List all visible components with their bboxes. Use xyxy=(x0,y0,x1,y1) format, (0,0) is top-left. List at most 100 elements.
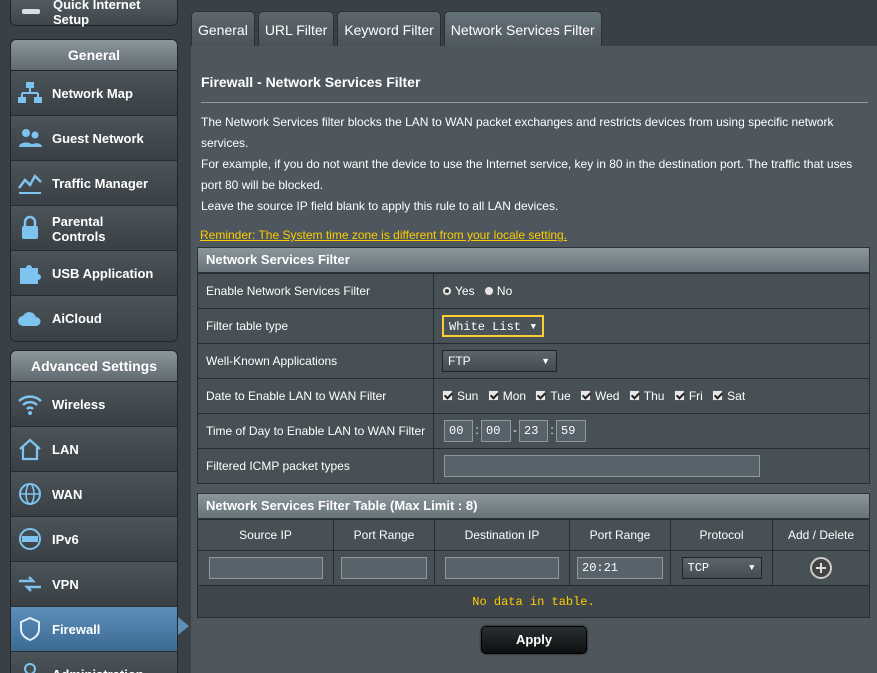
checkbox-icon xyxy=(579,390,591,401)
shield-icon xyxy=(20,616,40,642)
start-hour-input[interactable]: 00 xyxy=(444,420,473,442)
rule-table-header: Network Services Filter Table (Max Limit… xyxy=(197,493,870,519)
description: The Network Services filter blocks the L… xyxy=(201,112,865,217)
icmp-label: Filtered ICMP packet types xyxy=(197,448,434,484)
sidebar-item-vpn[interactable]: VPN xyxy=(11,562,177,607)
filter-section-header: Network Services Filter xyxy=(197,247,870,273)
rule-table: Source IP Port Range Destination IP Port… xyxy=(197,519,870,618)
sidebar-item-administration[interactable]: Administration xyxy=(11,652,177,673)
end-minute-input[interactable]: 59 xyxy=(556,420,586,442)
page-title: Firewall - Network Services Filter xyxy=(201,74,421,90)
general-header: General xyxy=(11,40,177,71)
icmp-types-input[interactable] xyxy=(444,455,760,477)
sidebar-item-label: WAN xyxy=(52,487,83,502)
sidebar-item-label: Network Map xyxy=(52,86,133,101)
day-wed-checkbox[interactable]: Wed xyxy=(579,389,620,403)
sidebar-item-usb-application[interactable]: USB Application xyxy=(11,251,177,296)
day-label: Mon xyxy=(502,389,527,403)
table-header-row: Source IP Port Range Destination IP Port… xyxy=(197,519,870,551)
day-mon-checkbox[interactable]: Mon xyxy=(487,389,527,403)
destination-port-input[interactable]: 20:21 xyxy=(577,557,663,579)
well-known-apps-select[interactable]: FTP ▼ xyxy=(442,350,557,372)
sidebar-item-firewall[interactable]: Firewall xyxy=(11,607,177,652)
caret-down-icon: ▼ xyxy=(749,563,755,573)
sidebar-item-label: USB Application xyxy=(52,266,154,281)
lock-icon xyxy=(22,215,38,239)
dest-ip-cell xyxy=(434,550,570,586)
cloud-icon xyxy=(18,312,41,326)
person-icon xyxy=(24,663,36,673)
column-header: Add / Delete xyxy=(772,519,870,551)
day-thu-checkbox[interactable]: Thu xyxy=(628,389,665,403)
home-icon xyxy=(19,438,41,461)
description-line: The Network Services filter blocks the L… xyxy=(201,115,834,150)
sidebar-item-traffic-manager[interactable]: Traffic Manager xyxy=(11,161,177,206)
add-rule-button[interactable] xyxy=(810,557,832,579)
day-label: Tue xyxy=(550,389,571,403)
advanced-header: Advanced Settings xyxy=(11,351,177,382)
checkbox-icon xyxy=(487,390,499,401)
apply-button[interactable]: Apply xyxy=(481,626,587,654)
sidebar-item-guest-network[interactable]: Guest Network xyxy=(11,116,177,161)
column-header: Port Range xyxy=(333,519,435,551)
day-fri-checkbox[interactable]: Fri xyxy=(673,389,703,403)
filter-table-type-select[interactable]: White List ▼ xyxy=(442,315,544,337)
sidebar-item-lan[interactable]: LAN xyxy=(11,427,177,472)
caret-down-icon: ▼ xyxy=(541,356,550,366)
day-sat-checkbox[interactable]: Sat xyxy=(712,389,745,403)
select-value: FTP xyxy=(448,354,471,368)
checkbox-icon xyxy=(535,390,547,401)
time-row: Time of Day to Enable LAN to WAN Filter … xyxy=(197,413,870,449)
sidebar-item-label: VPN xyxy=(52,577,79,592)
checkbox-icon xyxy=(442,390,453,401)
quick-internet-setup-button[interactable]: Quick Internet Setup xyxy=(10,0,178,27)
select-value: White List xyxy=(449,320,522,334)
puzzle-icon xyxy=(20,265,41,284)
column-header: Protocol xyxy=(670,519,773,551)
src-port-cell xyxy=(333,550,435,586)
source-port-input[interactable] xyxy=(341,557,427,579)
day-sun-checkbox[interactable]: Sun xyxy=(442,389,478,403)
tab-general[interactable]: General xyxy=(191,11,255,47)
protocol-select[interactable]: TCP ▼ xyxy=(681,557,762,579)
start-minute-input[interactable]: 00 xyxy=(481,420,511,442)
day-label: Fri xyxy=(688,389,703,403)
sidebar-item-label: Guest Network xyxy=(52,131,144,146)
sidebar-item-parental-controls[interactable]: Parental Controls xyxy=(11,206,177,251)
select-value: TCP xyxy=(687,561,710,575)
sidebar-item-ipv6[interactable]: IPv6 xyxy=(11,517,177,562)
source-ip-cell xyxy=(197,550,334,586)
date-label: Date to Enable LAN to WAN Filter xyxy=(197,378,434,414)
end-hour-input[interactable]: 23 xyxy=(519,420,548,442)
sidebar-item-aicloud[interactable]: AiCloud xyxy=(11,296,177,341)
description-line: Leave the source IP field blank to apply… xyxy=(201,199,559,213)
filter-settings-table: Enable Network Services Filter Yes No Fi… xyxy=(197,273,870,484)
destination-ip-input[interactable] xyxy=(445,557,559,579)
date-value: Sun Mon Tue Wed Thu Fri Sat xyxy=(433,378,870,414)
sidebar-item-network-map[interactable]: Network Map xyxy=(11,71,177,116)
enable-value: Yes No xyxy=(433,273,870,309)
day-label: Thu xyxy=(643,389,665,403)
column-header: Source IP xyxy=(197,519,334,551)
radio-unchecked-icon xyxy=(483,286,494,296)
checkbox-icon xyxy=(712,390,724,401)
day-tue-checkbox[interactable]: Tue xyxy=(535,389,571,403)
empty-row: No data in table. xyxy=(197,585,870,618)
sidebar-item-label: AiCloud xyxy=(52,311,102,326)
sidebar-item-label: IPv6 xyxy=(52,532,79,547)
tab-network-services-filter[interactable]: Network Services Filter xyxy=(443,11,602,47)
tab-keyword-filter[interactable]: Keyword Filter xyxy=(337,11,441,47)
sidebar-item-label: Firewall xyxy=(52,622,101,637)
enable-yes-radio[interactable]: Yes xyxy=(442,284,475,298)
enable-no-radio[interactable]: No xyxy=(483,284,512,298)
timezone-reminder-link[interactable]: Reminder: The System time zone is differ… xyxy=(200,228,567,242)
icmp-row: Filtered ICMP packet types xyxy=(197,448,870,484)
sidebar-item-wan[interactable]: WAN xyxy=(11,472,177,517)
tab-url-filter[interactable]: URL Filter xyxy=(257,11,335,47)
checkbox-icon xyxy=(628,390,640,401)
time-value: 00:00-23:59 xyxy=(433,413,870,449)
sidebar-item-wireless[interactable]: Wireless xyxy=(11,382,177,427)
source-ip-input[interactable] xyxy=(208,557,323,579)
day-label: Wed xyxy=(594,389,620,403)
vpn-icon xyxy=(19,576,41,592)
